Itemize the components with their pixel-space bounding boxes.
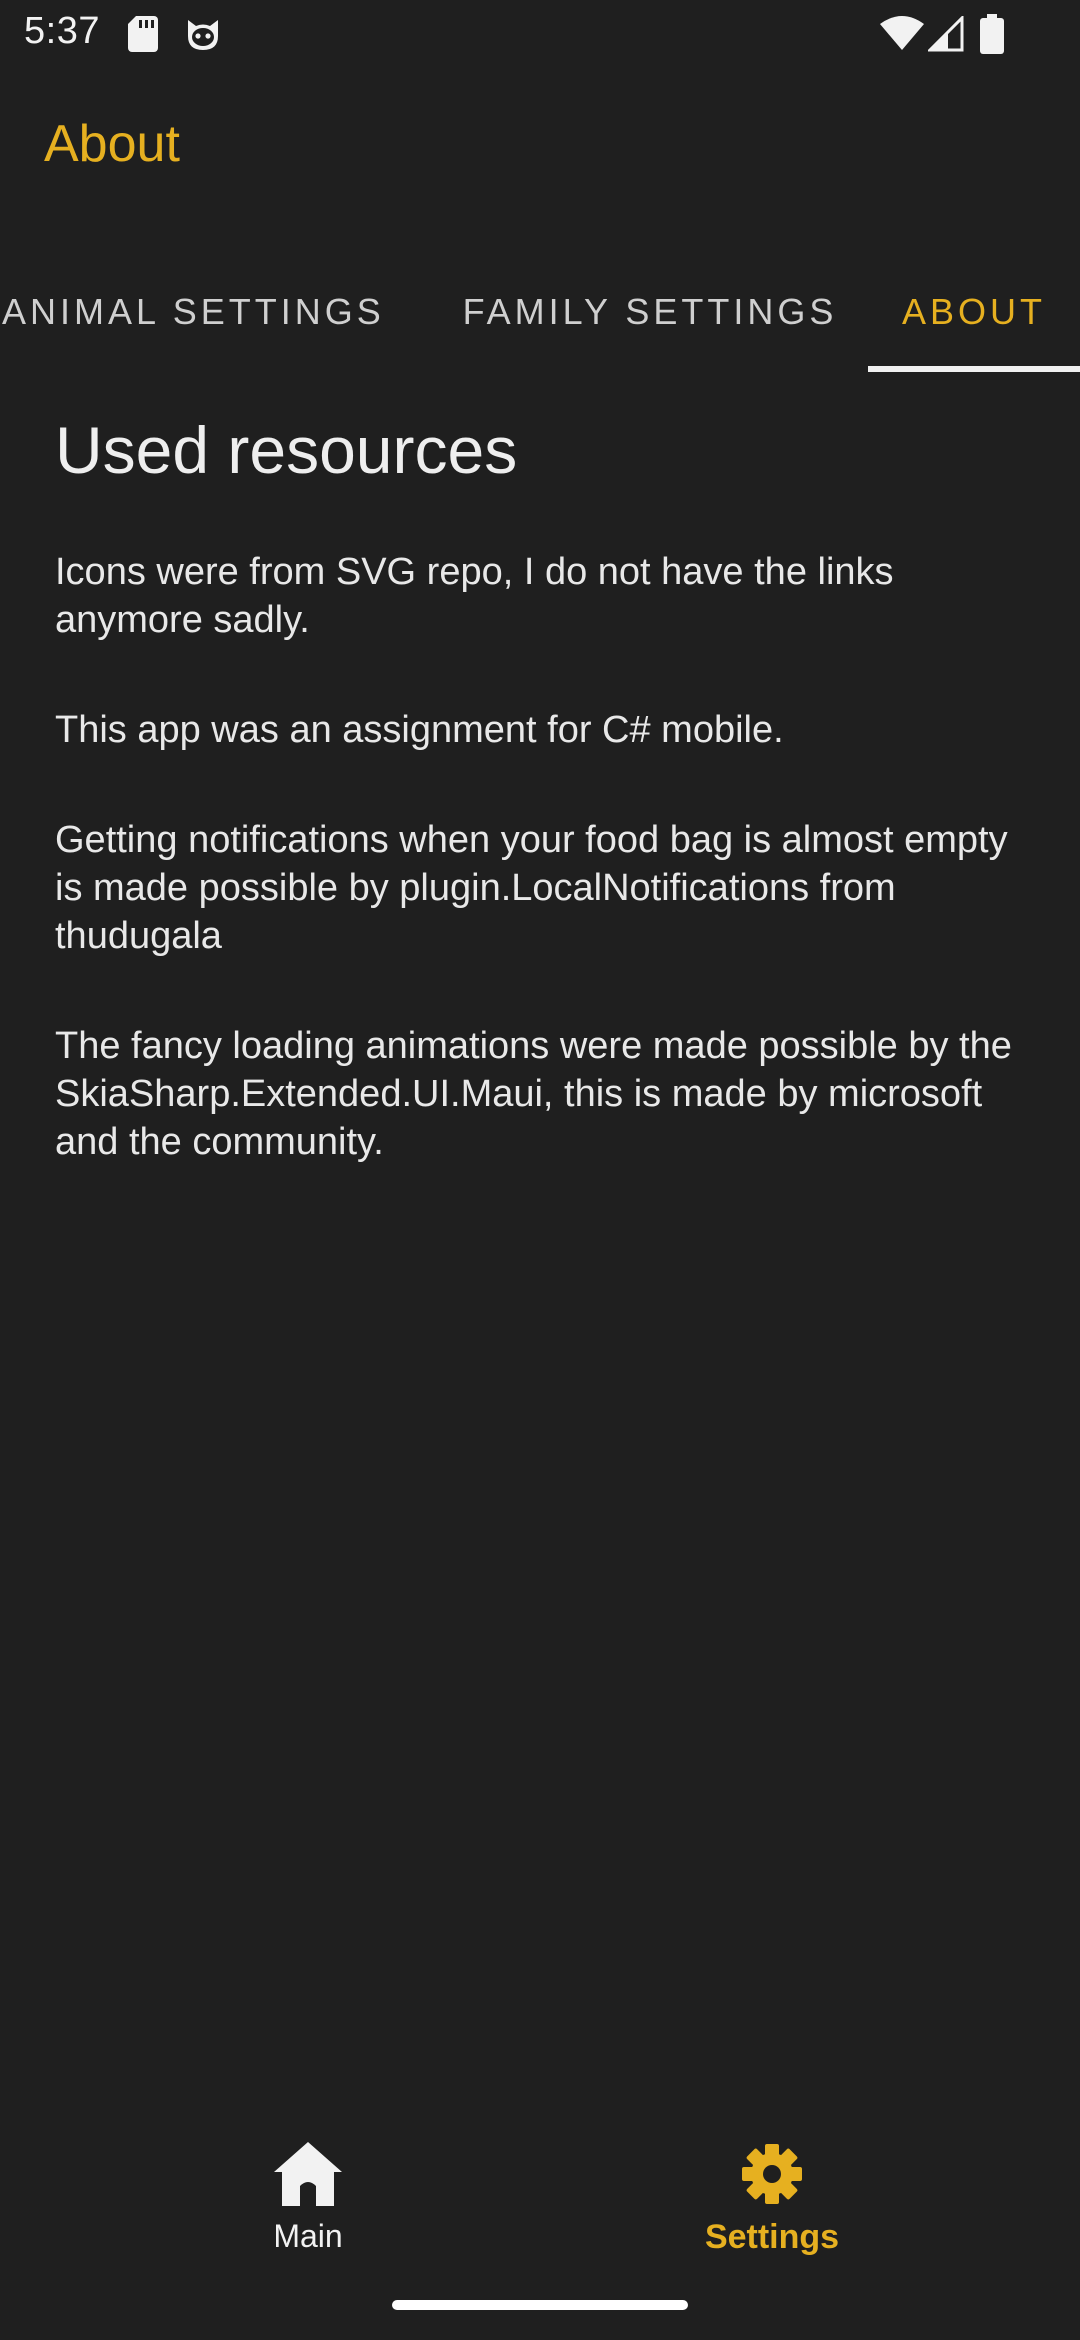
gesture-handle[interactable] xyxy=(392,2300,688,2310)
bottom-nav: Main Settings xyxy=(0,2120,1080,2280)
nav-item-main[interactable]: Main xyxy=(158,2140,458,2280)
tab-about[interactable]: ABOUT xyxy=(868,250,1080,374)
status-bar: 5:37 xyxy=(0,0,1080,66)
tab-indicator xyxy=(868,366,1080,372)
paragraph-icons: Icons were from SVG repo, I do not have … xyxy=(55,551,894,641)
tab-bar: ANIMAL SETTINGS FAMILY SETTINGS ABOUT xyxy=(0,250,1080,374)
nav-item-settings[interactable]: Settings xyxy=(622,2140,922,2280)
paragraph-animations: The fancy loading animations were made p… xyxy=(55,1025,1012,1163)
about-content: Used resources Icons were from SVG repo,… xyxy=(55,410,1025,1228)
signal-icon xyxy=(928,16,964,52)
wifi-icon xyxy=(880,16,924,50)
cat-icon xyxy=(188,20,218,50)
nav-label-main: Main xyxy=(273,2218,343,2254)
section-heading: Used resources xyxy=(55,413,518,487)
tab-animal-settings[interactable]: ANIMAL SETTINGS xyxy=(0,250,400,374)
home-icon xyxy=(274,2142,342,2206)
gear-icon xyxy=(742,2144,802,2204)
page-title: About xyxy=(44,115,180,173)
sd-card-icon xyxy=(128,16,158,52)
paragraph-assignment: This app was an assignment for C# mobile… xyxy=(55,709,784,751)
nav-label-settings: Settings xyxy=(704,2218,840,2256)
tab-family-settings[interactable]: FAMILY SETTINGS xyxy=(430,250,870,374)
status-time: 5:37 xyxy=(24,10,100,52)
paragraph-notifications: Getting notifications when your food bag… xyxy=(55,819,1008,957)
battery-icon xyxy=(980,14,1004,54)
